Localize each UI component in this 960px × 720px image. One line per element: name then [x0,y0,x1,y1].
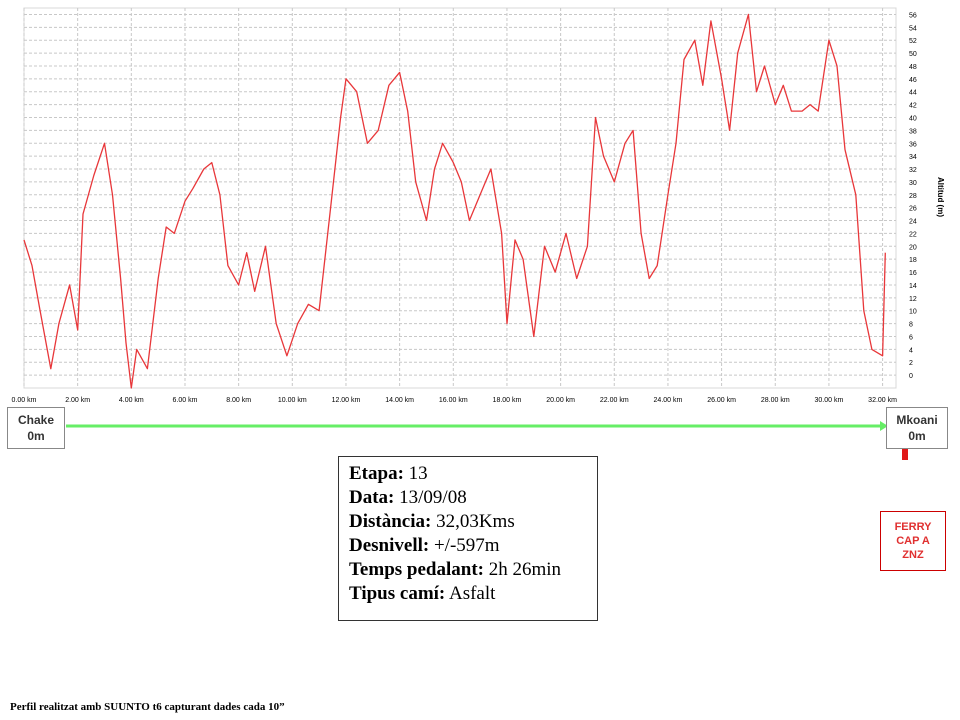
y-tick-label: 52 [909,38,917,45]
data-value: 13/09/08 [399,487,467,508]
y-tick-label: 26 [909,206,917,213]
info-row-temps: Temps pedalant: 2h 26min [349,558,587,582]
x-tick-label: 20.00 km [546,397,575,404]
y-tick-label: 48 [909,64,917,71]
y-tick-label: 24 [909,219,917,226]
y-tick-label: 38 [909,128,917,135]
info-row-cami: Tipus camí: Asfalt [349,582,587,606]
desnivell-value: +/-597m [433,535,500,556]
altitude-chart: 0246810121416182022242628303234363840424… [12,7,945,460]
temps-label: Temps pedalant: [349,559,484,580]
y-tick-label: 54 [909,25,917,32]
info-row-data: Data: 13/09/08 [349,486,587,510]
etapa-label: Etapa: [349,463,404,484]
x-tick-label: 2.00 km [65,397,90,404]
y-tick-label: 8 [909,322,913,329]
x-tick-label: 14.00 km [385,397,414,404]
info-row-distancia: Distància: 32,03Kms [349,510,587,534]
y-axis-label: Altitud (m) [936,177,945,217]
y-tick-label: 44 [909,90,917,97]
footer-note: Perfil realitzat amb SUUNTO t6 capturant… [10,701,285,713]
desnivell-label: Desnivell: [349,535,430,556]
cami-value: Asfalt [448,583,496,604]
y-tick-label: 18 [909,257,917,264]
x-tick-label: 28.00 km [761,397,790,404]
distancia-value: 32,03Kms [436,511,515,532]
ferry-line-1: FERRY [894,521,932,533]
y-tick-label: 22 [909,231,917,238]
y-tick-label: 28 [909,193,917,200]
y-tick-label: 36 [909,141,917,148]
start-location-name: Chake [17,413,55,427]
y-tick-label: 42 [909,103,917,110]
x-tick-label: 10.00 km [278,397,307,404]
x-tick-label: 24.00 km [654,397,683,404]
y-tick-label: 34 [909,154,917,161]
y-tick-label: 0 [909,373,913,380]
x-tick-label: 22.00 km [600,397,629,404]
temps-value: 2h 26min [488,559,562,580]
y-tick-label: 2 [909,360,913,367]
ferry-line-2: CAP A [896,535,930,547]
ferry-line-3: ZNZ [902,549,924,561]
data-label: Data: [349,487,395,508]
y-tick-label: 46 [909,77,917,84]
x-tick-label: 6.00 km [173,397,198,404]
info-row-desnivell: Desnivell: +/-597m [349,534,587,558]
y-tick-label: 10 [909,309,917,316]
x-tick-label: 8.00 km [226,397,251,404]
y-tick-label: 50 [909,51,917,58]
y-tick-label: 6 [909,334,913,341]
y-tick-label: 12 [909,296,917,303]
distancia-label: Distància: [349,511,432,532]
y-tick-label: 56 [909,12,917,19]
x-tick-label: 4.00 km [119,397,144,404]
x-tick-label: 32.00 km [868,397,897,404]
y-tick-label: 14 [909,283,917,290]
y-tick-labels: 0246810121416182022242628303234363840424… [909,12,917,380]
y-tick-label: 20 [909,244,917,251]
x-tick-labels: 0.00 km 2.00 km 4.00 km 6.00 km 8.00 km 10.00… [12,397,898,404]
info-row-etapa: Etapa: 13 [349,462,587,486]
x-tick-label: 18.00 km [493,397,522,404]
plot-area [23,7,897,389]
x-tick-label: 30.00 km [815,397,844,404]
x-tick-label: 16.00 km [439,397,468,404]
y-tick-label: 40 [909,115,917,122]
y-tick-label: 16 [909,270,917,277]
stage-info-box: Etapa: 13 Data: 13/09/08 Distància: 32,0… [338,456,598,621]
end-location-name: Mkoani [896,413,938,427]
end-location-box: Mkoani 0m [886,407,948,449]
ferry-arrow-shaft [902,449,908,460]
etapa-value: 13 [408,463,428,484]
y-tick-label: 30 [909,180,917,187]
x-tick-label: 0.00 km [12,397,37,404]
start-location-altitude: 0m [27,429,45,443]
cami-label: Tipus camí: [349,583,446,604]
x-tick-label: 26.00 km [707,397,736,404]
x-tick-label: 12.00 km [332,397,361,404]
end-location-altitude: 0m [908,429,926,443]
start-location-box: Chake 0m [7,407,65,449]
y-tick-label: 4 [909,347,913,354]
y-tick-label: 32 [909,167,917,174]
ferry-box: FERRY CAP A ZNZ [880,511,946,571]
